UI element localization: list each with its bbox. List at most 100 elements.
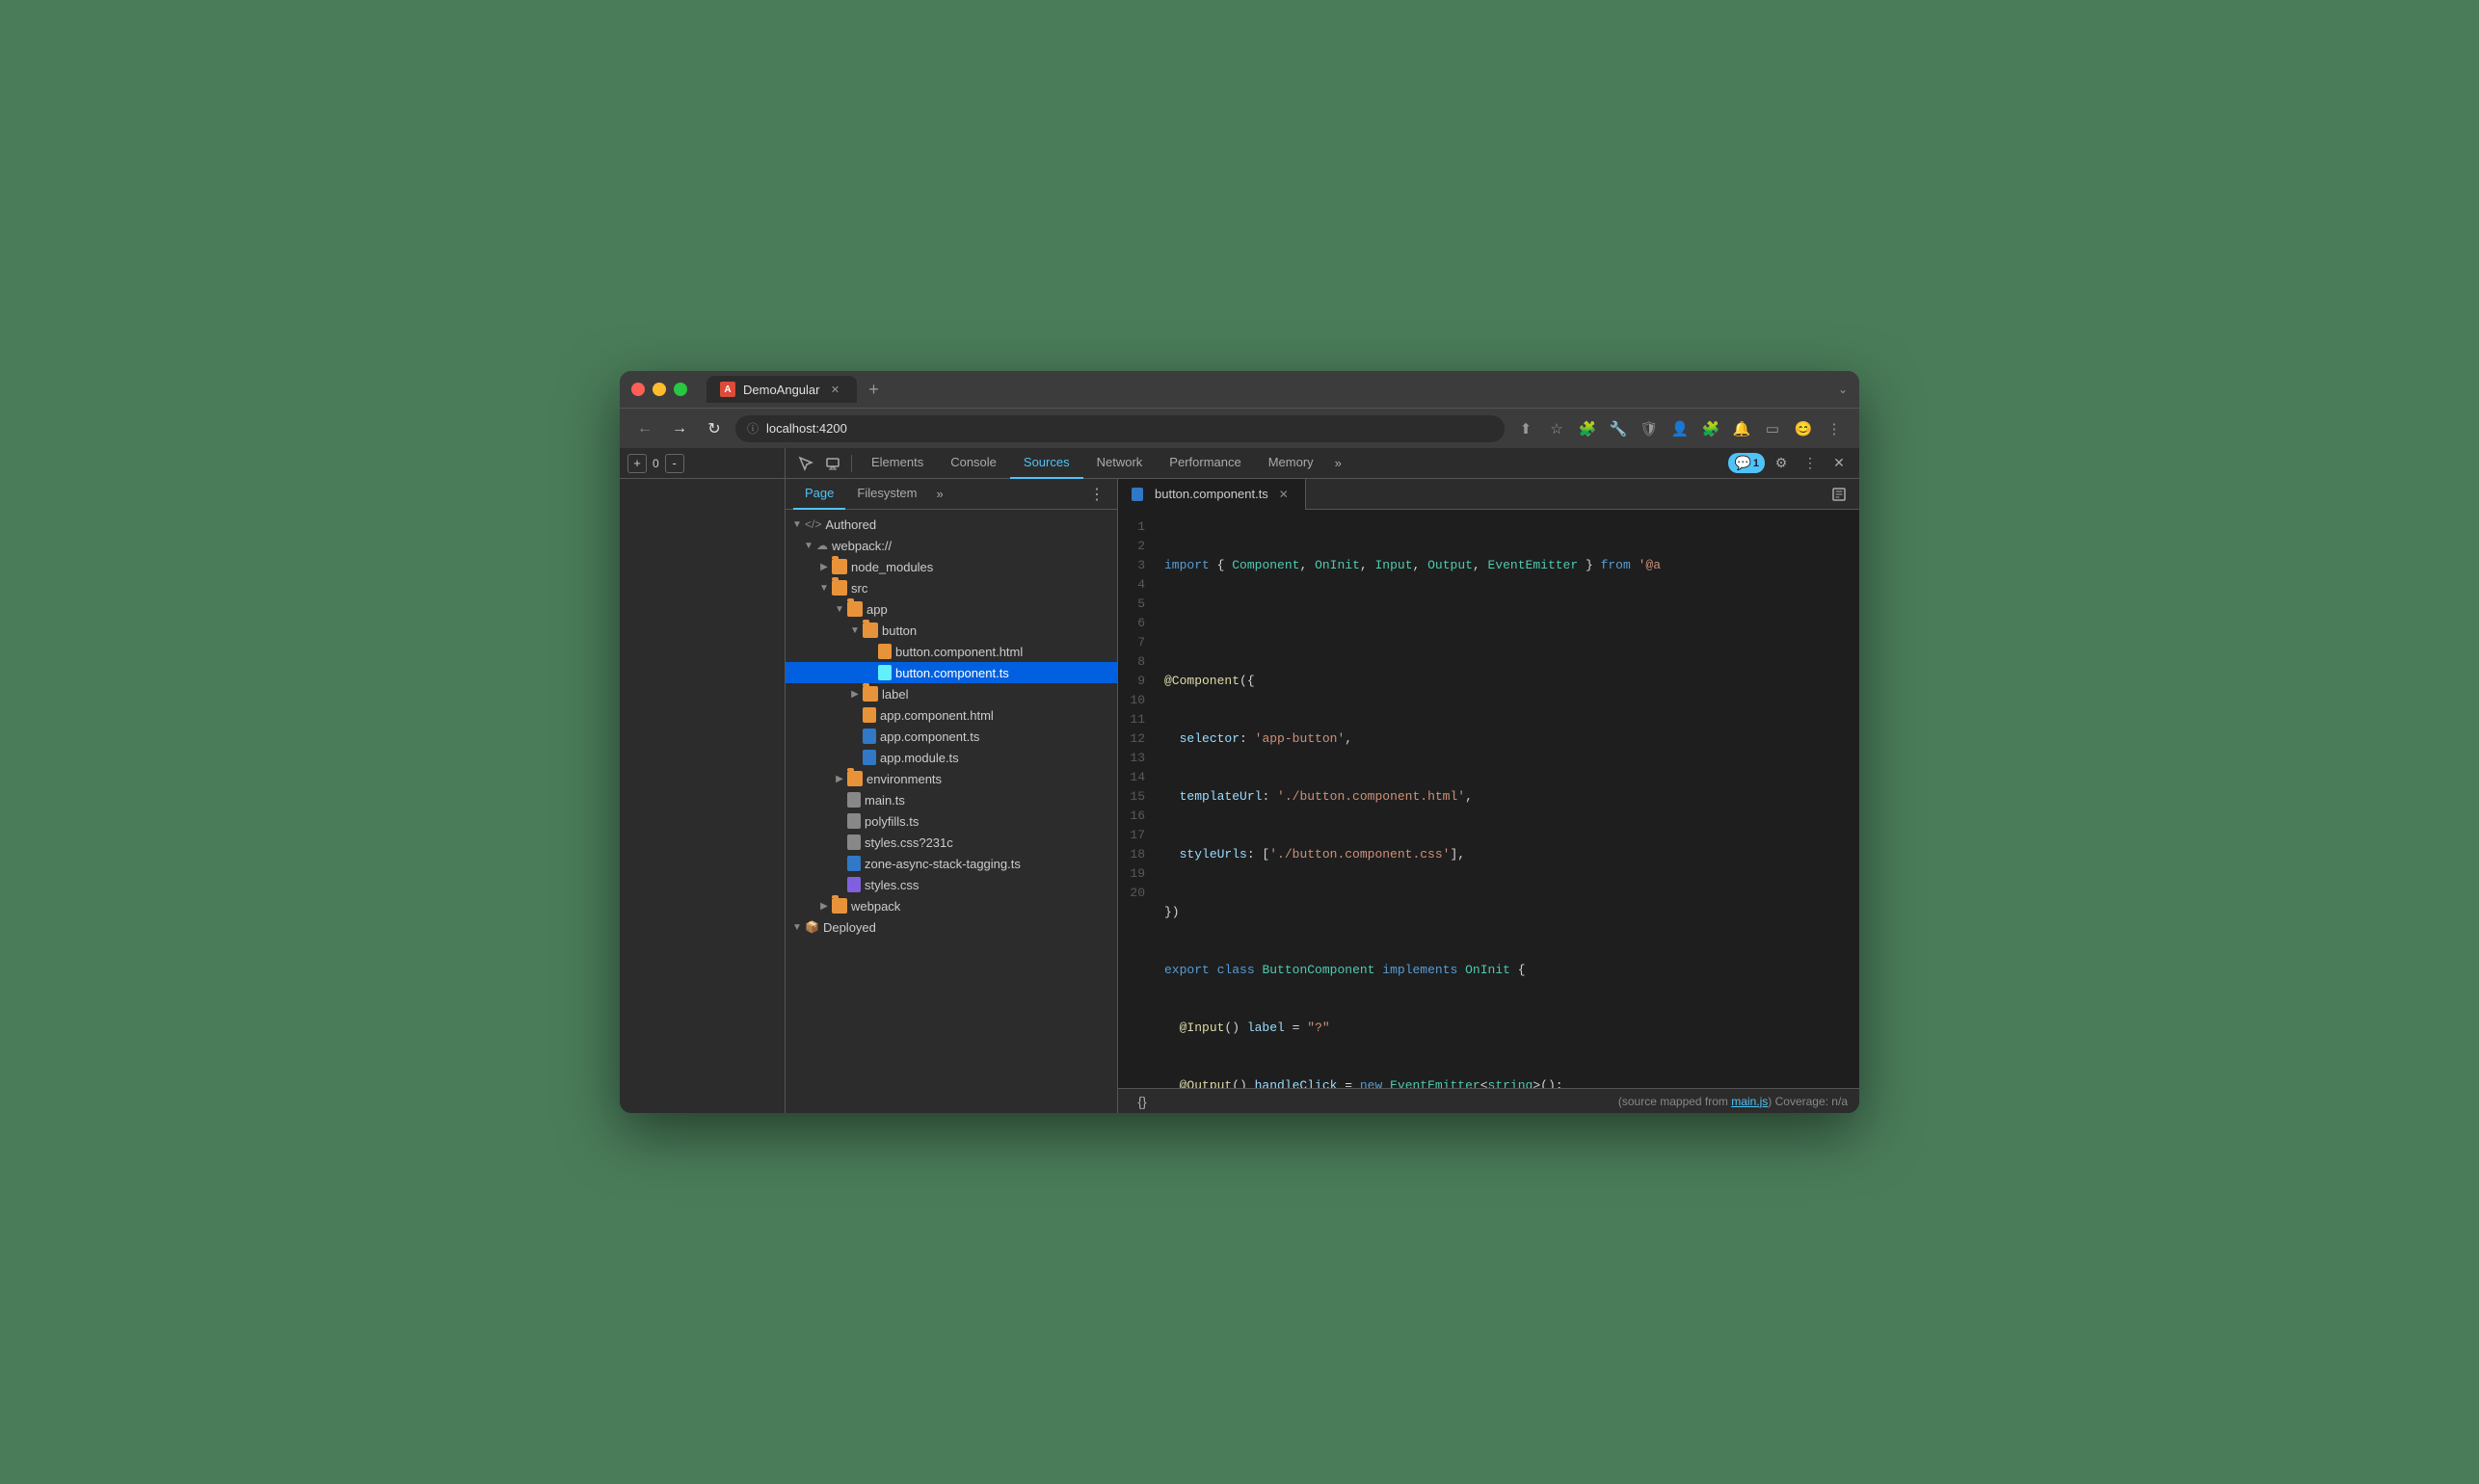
new-tab-button[interactable]: + [861,376,888,403]
styles-css-hash[interactable]: styles.css?231c [786,832,1117,853]
file-icon-styles-hash [847,835,861,850]
user-avatar[interactable]: 😊 [1790,415,1817,442]
tab-memory[interactable]: Memory [1255,448,1327,479]
styles-css[interactable]: styles.css [786,874,1117,895]
sources-nav-tabs: Page Filesystem » ⋮ [786,479,1117,510]
toolbar-separator [851,455,852,472]
pretty-print-button[interactable]: {} [1130,1089,1155,1114]
sidebar-icon[interactable]: ▭ [1759,415,1786,442]
app-module-ts[interactable]: app.module.ts [786,747,1117,768]
main-ts[interactable]: main.ts [786,789,1117,810]
deployed-arrow [789,922,805,933]
address-bar[interactable]: ⓘ localhost:4200 [735,415,1505,442]
tab-favicon: A [720,382,735,397]
notification-count: 1 [1753,458,1759,469]
label-folder[interactable]: label [786,683,1117,704]
maximize-button[interactable] [674,383,687,396]
webpack-arrow [801,541,816,551]
account-icon[interactable]: 🔔 [1728,415,1755,442]
tab-console[interactable]: Console [937,448,1010,479]
profile-icon[interactable]: 👤 [1666,415,1693,442]
devtools-close-button[interactable]: ✕ [1826,451,1852,476]
browser-tab-active[interactable]: A DemoAngular ✕ [706,376,857,403]
reload-button[interactable]: ↻ [701,415,728,442]
tab-elements[interactable]: Elements [858,448,937,479]
minimize-button[interactable] [653,383,666,396]
code-line-9: @Input() label = "?" [1164,1019,1859,1038]
folder-icon-environments [847,771,863,786]
devtools-settings-button[interactable]: ⚙ [1769,451,1794,476]
source-nav-menu[interactable]: ⋮ [1084,482,1109,507]
src-folder[interactable]: src [786,577,1117,598]
zone-async-ts[interactable]: zone-async-stack-tagging.ts [786,853,1117,874]
button-component-html[interactable]: button.component.html [786,641,1117,662]
tab-page[interactable]: Page [793,479,845,510]
code-content[interactable]: 1 2 3 4 5 6 7 8 9 10 11 12 13 [1118,510,1859,1088]
code-line-4: selector: 'app-button', [1164,729,1859,749]
tab-filesystem[interactable]: Filesystem [845,479,928,510]
webpack-root[interactable]: ☁ webpack:// [786,535,1117,556]
more-source-tabs[interactable]: » [929,479,951,510]
styles-css-label: styles.css [865,878,919,892]
forward-button[interactable]: → [666,415,693,442]
app-component-ts[interactable]: app.component.ts [786,726,1117,747]
device-toolbar-button[interactable] [820,451,845,476]
node-modules-folder[interactable]: node_modules [786,556,1117,577]
code-format-button[interactable] [1826,482,1852,507]
devtools-panel: + 0 - [620,448,1859,1113]
app-label: app [866,602,888,617]
devtools-icon[interactable]: 🔧 [1605,415,1632,442]
sources-navigator: Page Filesystem » ⋮ </> [786,479,1118,1113]
deployed-section[interactable]: 📦 Deployed [786,916,1117,938]
button-component-ts[interactable]: button.component.ts [786,662,1117,683]
close-button[interactable] [631,383,645,396]
url-text: localhost:4200 [766,421,847,436]
authored-section[interactable]: </> Authored [786,514,1117,535]
environments-folder[interactable]: environments [786,768,1117,789]
webpack-folder[interactable]: webpack [786,895,1117,916]
src-label: src [851,581,867,596]
back-button[interactable]: ← [631,415,658,442]
tab-close-button[interactable]: ✕ [828,382,843,397]
code-editor-lines[interactable]: import { Component, OnInit, Input, Outpu… [1153,510,1859,1088]
left-sidebar: + 0 - [620,448,786,1113]
code-tab-button-ts[interactable]: button.component.ts ✕ [1118,479,1306,510]
file-icon-app-html [863,707,876,723]
polyfills-ts[interactable]: polyfills.ts [786,810,1117,832]
source-map-link[interactable]: main.js [1731,1095,1768,1108]
zoom-controls: + 0 - [627,454,684,473]
app-component-html[interactable]: app.component.html [786,704,1117,726]
extensions-icon[interactable]: 🧩 [1574,415,1601,442]
button-folder[interactable]: button [786,620,1117,641]
file-icon-app-ts [863,729,876,744]
menu-button[interactable]: ⋮ [1821,415,1848,442]
code-tab-close[interactable]: ✕ [1276,487,1292,502]
tab-overflow-button[interactable]: ⌄ [1838,383,1848,396]
code-line-8: export class ButtonComponent implements … [1164,961,1859,980]
tab-sources[interactable]: Sources [1010,448,1083,479]
app-ts-label: app.component.ts [880,729,979,744]
zoom-minus-button[interactable]: - [665,454,684,473]
app-folder[interactable]: app [786,598,1117,620]
share-icon[interactable]: ⬆ [1512,415,1539,442]
tab-network[interactable]: Network [1083,448,1157,479]
extensions2-icon[interactable]: 🧩 [1697,415,1724,442]
code-status-bar: {} (source mapped from main.js) Coverage… [1118,1088,1859,1113]
zoom-plus-button[interactable]: + [627,454,647,473]
select-element-button[interactable] [793,451,818,476]
styles-hash-label: styles.css?231c [865,835,953,850]
environments-arrow [832,774,847,784]
adblock-icon[interactable]: 🛡 [1636,415,1663,442]
authored-label: Authored [825,517,876,532]
webpack-folder-label: webpack [851,899,900,914]
notification-badge[interactable]: 💬 1 [1728,453,1765,473]
code-tab-icon [1132,488,1143,501]
tab-title: DemoAngular [743,383,820,397]
nav-bar: ← → ↻ ⓘ localhost:4200 ⬆ ☆ 🧩 🔧 🛡 👤 🧩 🔔 ▭… [620,408,1859,448]
bookmark-icon[interactable]: ☆ [1543,415,1570,442]
devtools-toolbar: Elements Console Sources Network Perform… [786,448,1859,479]
folder-icon-node-modules [832,559,847,574]
devtools-more-button[interactable]: ⋮ [1798,451,1823,476]
more-tabs-button[interactable]: » [1327,448,1349,479]
tab-performance[interactable]: Performance [1156,448,1254,479]
